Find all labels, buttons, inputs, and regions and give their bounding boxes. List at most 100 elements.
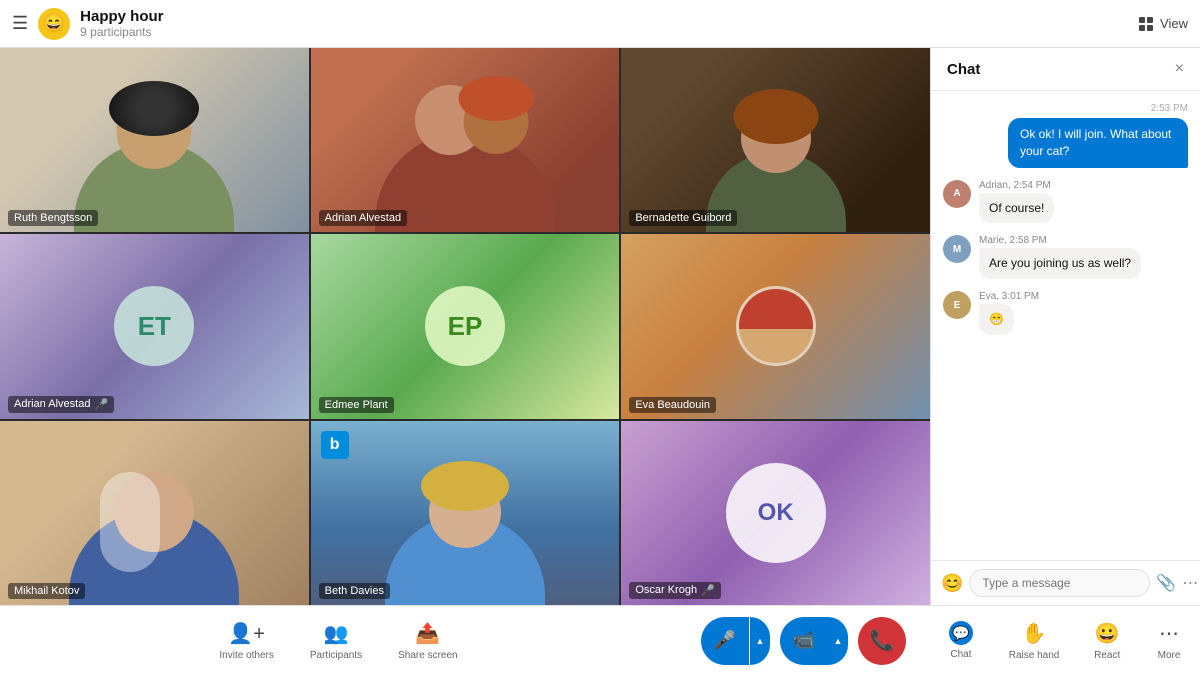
more-icon: ⋯ xyxy=(1159,621,1179,646)
adrian-top-video xyxy=(311,48,620,232)
et-name: Adrian Alvestad xyxy=(14,398,90,410)
adrian-bubble: Of course! xyxy=(979,193,1054,224)
video-cell-ep: EP Edmee Plant xyxy=(311,234,620,418)
end-call-button[interactable]: 📞 xyxy=(858,617,906,665)
react-button[interactable]: 😀 React xyxy=(1077,613,1137,669)
video-cell-adrian-top: Adrian Alvestad xyxy=(311,48,620,232)
raise-hand-button[interactable]: ✋ Raise hand xyxy=(993,613,1076,669)
view-button[interactable]: View xyxy=(1138,16,1188,32)
mikhail-name-tag: Mikhail Kotov xyxy=(8,583,85,599)
oscar-ok: OK xyxy=(726,463,826,563)
meeting-title: Happy hour xyxy=(80,8,1138,25)
chat-panel: Chat × 2:53 PM Ok ok! I will join. What … xyxy=(930,48,1200,605)
message-self-1: 2:53 PM Ok ok! I will join. What about y… xyxy=(1008,103,1188,168)
video-cell-et: ET Adrian Alvestad 🎤 xyxy=(0,234,309,418)
eva-name-tag: Eva Beaudouin xyxy=(629,397,716,413)
view-icon xyxy=(1138,16,1154,32)
et-name-tag: Adrian Alvestad 🎤 xyxy=(8,396,114,413)
participant-count: 9 participants xyxy=(80,25,1138,39)
raise-hand-label: Raise hand xyxy=(1009,650,1060,661)
mic-group: 🎤 ▲ xyxy=(701,617,770,665)
msg-bubble-self-1: Ok ok! I will join. What about your cat? xyxy=(1008,118,1188,168)
marie-meta: Marie, 2:58 PM xyxy=(979,235,1188,246)
eva-meta: Eva, 3:01 PM xyxy=(979,291,1188,302)
eva-hair xyxy=(739,289,813,329)
bernadette-hair xyxy=(733,89,818,144)
mikhail-name: Mikhail Kotov xyxy=(14,585,79,597)
hair2 xyxy=(458,76,533,121)
eva-emoji-bubble: 😁 xyxy=(979,304,1014,335)
main-content: Ruth Bengtsson Adrian Alvestad Be xyxy=(0,48,1200,605)
video-cell-bernadette: Bernadette Guibord xyxy=(621,48,930,232)
bottom-center: 🎤 ▲ 📹 ▲ 📞 xyxy=(677,605,930,675)
ep-name: Edmee Plant xyxy=(325,399,388,411)
et-mute-icon: 🎤 xyxy=(94,398,108,411)
adrian-top-name: Adrian Alvestad xyxy=(325,212,401,224)
beth-video xyxy=(311,421,620,605)
video-cell-ruth: Ruth Bengtsson xyxy=(0,48,309,232)
message-input[interactable] xyxy=(969,569,1150,597)
react-label: React xyxy=(1094,650,1120,661)
chat-messages: 2:53 PM Ok ok! I will join. What about y… xyxy=(931,91,1200,560)
meeting-title-block: Happy hour 9 participants xyxy=(80,8,1138,39)
more-options-icon[interactable]: ⋯ xyxy=(1182,573,1198,593)
mikhail-video xyxy=(0,421,309,605)
video-group: 📹 ▲ xyxy=(780,617,848,665)
bernadette-video xyxy=(621,48,930,232)
ep-name-tag: Edmee Plant xyxy=(319,397,394,413)
ruth-hair xyxy=(109,81,199,136)
bernadette-name-tag: Bernadette Guibord xyxy=(629,210,737,226)
more-button[interactable]: ⋯ More xyxy=(1139,613,1199,669)
beth-name-tag: Beth Davies xyxy=(319,583,390,599)
ruth-video xyxy=(0,48,309,232)
bottom-bar: 👤+ Invite others 👥 Participants 📤 Share … xyxy=(0,605,1200,675)
video-chevron[interactable]: ▲ xyxy=(828,617,848,665)
emoji-button[interactable]: 😊 xyxy=(941,573,963,594)
marie-avatar: M xyxy=(943,235,971,263)
bottom-right: 💬 Chat ✋ Raise hand 😀 React ⋯ More xyxy=(930,605,1200,675)
chat-input-area: 😊 📎 ⋯ xyxy=(931,560,1200,605)
chat-close-button[interactable]: × xyxy=(1175,60,1184,78)
menu-icon[interactable]: ☰ xyxy=(12,13,28,34)
share-screen-button[interactable]: 📤 Share screen xyxy=(382,613,473,669)
eva-msg-content: Eva, 3:01 PM 😁 xyxy=(979,291,1188,335)
chat-button[interactable]: 💬 Chat xyxy=(931,613,991,668)
chat-label: Chat xyxy=(950,649,971,660)
eva-name: Eva Beaudouin xyxy=(635,399,710,411)
chat-header: Chat × xyxy=(931,48,1200,91)
beth-hair xyxy=(421,461,509,511)
adrian-top-name-tag: Adrian Alvestad xyxy=(319,210,407,226)
participants-button[interactable]: 👥 Participants xyxy=(294,613,378,669)
more-label: More xyxy=(1158,650,1181,661)
message-adrian: A Adrian, 2:54 PM Of course! xyxy=(943,180,1188,224)
video-cell-eva: Eva Beaudouin xyxy=(621,234,930,418)
view-label: View xyxy=(1160,16,1188,31)
video-cell-beth: b Beth Davies xyxy=(311,421,620,605)
chat-title: Chat xyxy=(947,61,980,78)
share-screen-icon: 📤 xyxy=(415,621,440,646)
bottom-left: 👤+ Invite others 👥 Participants 📤 Share … xyxy=(0,605,677,675)
beth-name: Beth Davies xyxy=(325,585,384,597)
bing-logo: b xyxy=(321,431,349,459)
mic-button[interactable]: 🎤 xyxy=(701,617,749,665)
chat-icon: 💬 xyxy=(949,621,973,645)
adrian-meta: Adrian, 2:54 PM xyxy=(979,180,1188,191)
header: ☰ 😄 Happy hour 9 participants View xyxy=(0,0,1200,48)
message-marie: M Marie, 2:58 PM Are you joining us as w… xyxy=(943,235,1188,279)
oscar-name: Oscar Krogh xyxy=(635,584,697,596)
ruth-name-tag: Ruth Bengtsson xyxy=(8,210,98,226)
video-button[interactable]: 📹 xyxy=(780,617,828,665)
video-grid: Ruth Bengtsson Adrian Alvestad Be xyxy=(0,48,930,605)
mikhail-hand xyxy=(100,472,160,572)
eva-avatar: E xyxy=(943,291,971,319)
react-icon: 😀 xyxy=(1095,621,1120,646)
mic-chevron[interactable]: ▲ xyxy=(750,617,770,665)
ruth-name: Ruth Bengtsson xyxy=(14,212,92,224)
oscar-mute-icon: 🎤 xyxy=(701,584,715,597)
raise-hand-icon: ✋ xyxy=(1022,621,1047,646)
invite-others-button[interactable]: 👤+ Invite others xyxy=(203,613,289,669)
attach-icon[interactable]: 📎 xyxy=(1156,573,1176,593)
bernadette-name: Bernadette Guibord xyxy=(635,212,731,224)
message-eva: E Eva, 3:01 PM 😁 xyxy=(943,291,1188,335)
marie-msg-content: Marie, 2:58 PM Are you joining us as wel… xyxy=(979,235,1188,279)
